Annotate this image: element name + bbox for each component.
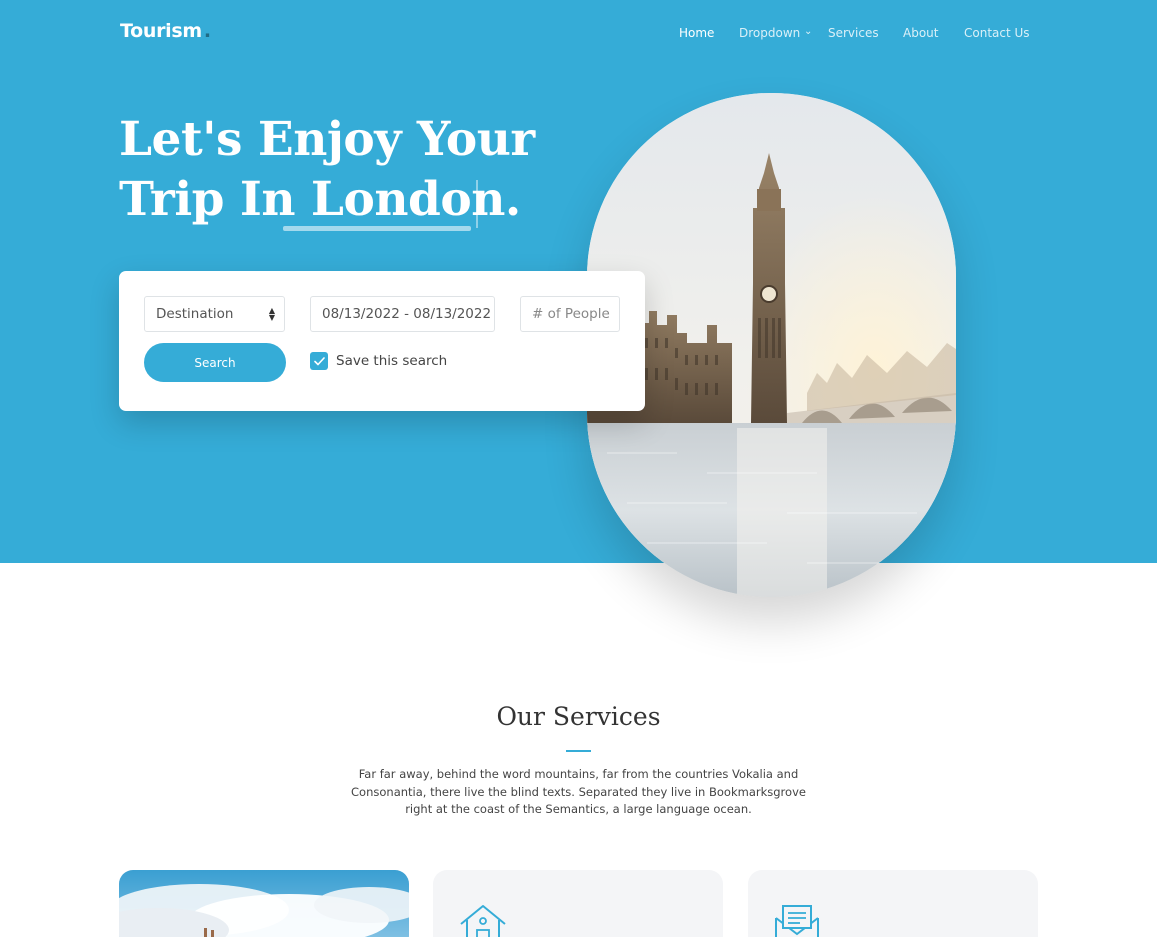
- headline-line-2-prefix: Trip In: [119, 172, 311, 227]
- check-icon: [313, 356, 325, 365]
- headline-line-2: Trip In London.: [119, 170, 535, 230]
- brand-logo[interactable]: Tourism.: [120, 20, 211, 42]
- search-button[interactable]: Search: [144, 343, 286, 382]
- save-search-label: Save this search: [336, 353, 448, 369]
- hero-headline: Let's Enjoy Your Trip In London.: [119, 110, 535, 230]
- people-input[interactable]: # of People: [520, 296, 620, 332]
- nav-contact-us[interactable]: Contact Us: [964, 26, 1030, 40]
- service-card-newsletter[interactable]: [748, 870, 1038, 937]
- services-title-rule: [566, 750, 591, 752]
- nav-home[interactable]: Home: [679, 26, 714, 40]
- people-input-placeholder: # of People: [532, 306, 610, 322]
- nav-about[interactable]: About: [903, 26, 938, 40]
- services-description: Far far away, behind the word mountains,…: [351, 767, 806, 816]
- services-title: Our Services: [496, 702, 661, 731]
- date-range-input[interactable]: 08/13/2022 - 08/13/2022: [310, 296, 495, 332]
- nav-dropdown[interactable]: Dropdown: [739, 26, 800, 40]
- save-search-option: Save this search: [310, 352, 447, 370]
- service-card-house[interactable]: [433, 870, 723, 937]
- search-card: Destination ▲ ▼ 08/13/2022 - 08/13/2022 #…: [119, 271, 645, 411]
- destination-select-value: Destination: [156, 306, 234, 322]
- typing-caret: [476, 180, 478, 228]
- newsletter-icon: [775, 905, 819, 937]
- headline-highlight-word: London.: [310, 172, 521, 227]
- sky-photo: [119, 870, 409, 937]
- save-search-checkbox[interactable]: [310, 352, 328, 370]
- service-card-photo[interactable]: [119, 870, 409, 937]
- house-icon: [460, 905, 506, 937]
- headline-line-1: Let's Enjoy Your: [119, 112, 535, 167]
- destination-select[interactable]: Destination ▲ ▼: [144, 296, 285, 332]
- select-arrows-icon: ▲ ▼: [268, 306, 275, 322]
- headline-underline: [283, 226, 471, 231]
- date-range-value: 08/13/2022 - 08/13/2022: [322, 306, 492, 322]
- nav-services[interactable]: Services: [828, 26, 879, 40]
- chevron-down-icon[interactable]: ⌄: [804, 26, 812, 37]
